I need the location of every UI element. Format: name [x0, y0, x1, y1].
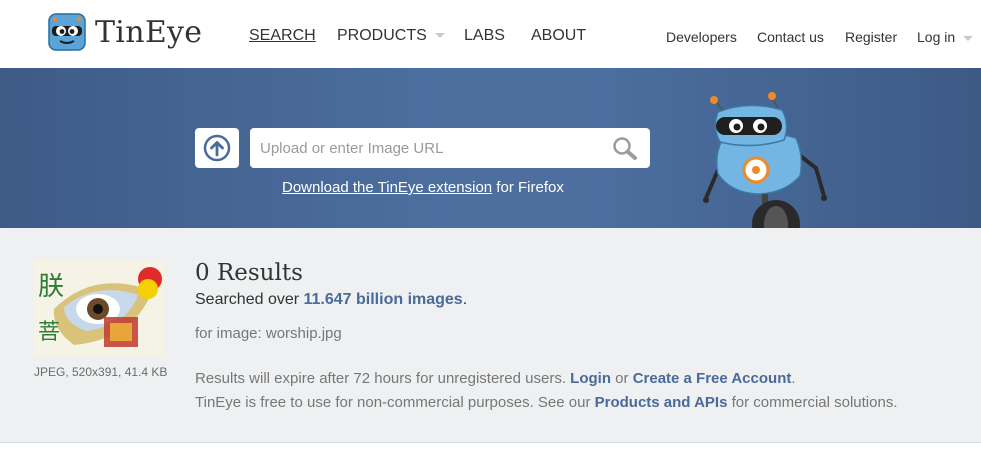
- results-count: 0 Results: [195, 260, 303, 286]
- index-suffix: .: [462, 291, 468, 308]
- create-account-link[interactable]: Create a Free Account: [633, 370, 792, 387]
- brand-name: TinEye: [95, 14, 203, 50]
- caret-down-icon: [963, 35, 974, 41]
- svg-text:朕: 朕: [38, 272, 64, 302]
- query-filename: for image: worship.jpg: [195, 325, 342, 342]
- caret-down-icon: [434, 33, 445, 39]
- nav-login[interactable]: Log in: [917, 29, 974, 45]
- index-size: Searched over 11.647 billion images.: [195, 291, 467, 309]
- index-prefix: Searched over: [195, 291, 304, 308]
- results-section: 朕 菩 JPEG, 520x391, 41.4 KB 0 Results Sea…: [0, 228, 981, 443]
- usage-text: TinEye is free to use for non-commercial…: [195, 394, 595, 411]
- login-link[interactable]: Login: [570, 370, 611, 387]
- usage-notice: TinEye is free to use for non-commercial…: [195, 394, 898, 411]
- nav-products[interactable]: PRODUCTS: [337, 27, 445, 45]
- nav-developers[interactable]: Developers: [666, 29, 737, 45]
- nav-about[interactable]: ABOUT: [531, 27, 586, 45]
- nav-search[interactable]: SEARCH: [249, 27, 316, 45]
- products-apis-link[interactable]: Products and APIs: [595, 394, 728, 411]
- svg-text:菩: 菩: [38, 320, 60, 345]
- nav-products-label: PRODUCTS: [337, 27, 427, 44]
- nav-login-label: Log in: [917, 29, 956, 45]
- extension-promo: Download the TinEye extension for Firefo…: [282, 179, 564, 196]
- expiry-notice: Results will expire after 72 hours for u…: [195, 370, 796, 387]
- or-text: or: [611, 370, 633, 387]
- upload-icon: [203, 134, 231, 162]
- query-image: 朕 菩: [34, 259, 165, 357]
- extension-browser: for Firefox: [492, 179, 564, 196]
- upload-button[interactable]: [195, 128, 239, 168]
- query-image-thumbnail[interactable]: 朕 菩: [34, 259, 165, 357]
- image-url-input[interactable]: [250, 128, 600, 168]
- robot-mascot: [703, 92, 827, 250]
- tineye-logo[interactable]: TinEye: [48, 13, 202, 51]
- site-header: TinEye SEARCH PRODUCTS LABS ABOUT Develo…: [0, 0, 981, 68]
- search-icon[interactable]: [612, 136, 638, 160]
- nav-labs[interactable]: LABS: [464, 27, 505, 45]
- period-text: .: [791, 370, 796, 387]
- query-image-meta: JPEG, 520x391, 41.4 KB: [34, 365, 168, 379]
- index-amount: 11.647 billion images: [303, 291, 463, 308]
- extension-link[interactable]: Download the TinEye extension: [282, 179, 492, 196]
- tineye-logo-icon: [48, 13, 86, 51]
- search-box: [250, 128, 650, 168]
- nav-register[interactable]: Register: [845, 29, 897, 45]
- usage-suffix: for commercial solutions.: [727, 394, 898, 411]
- nav-contact[interactable]: Contact us: [757, 29, 824, 45]
- expiry-text: Results will expire after 72 hours for u…: [195, 370, 571, 387]
